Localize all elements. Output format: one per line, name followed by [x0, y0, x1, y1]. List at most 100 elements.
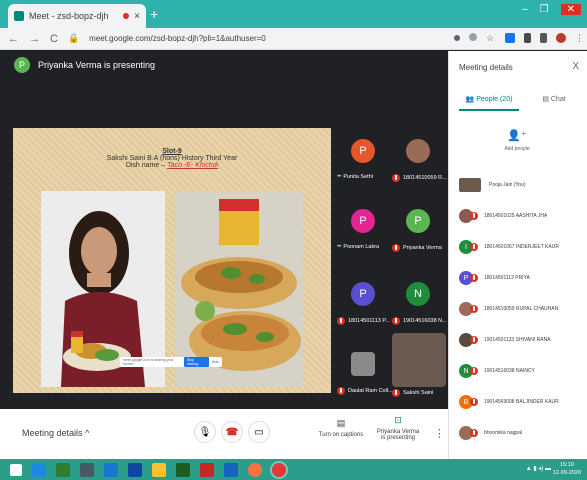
mic-off-icon	[470, 336, 478, 344]
leave-call-button[interactable]: ☎	[221, 421, 243, 443]
taskbar-clock[interactable]: 15:19 12-09-2020	[553, 461, 581, 477]
person-name: 18014501025 AASHITA JHA	[484, 213, 548, 219]
participant-name-row: 19014516038 N...	[392, 317, 452, 325]
people-list-item[interactable]: P 18014501113 PRIYA	[459, 268, 584, 288]
camera-off-icon: ▭	[254, 426, 264, 438]
participant-name-row: 18014510059 R...	[392, 174, 452, 182]
participant-name-row: ••• Poonam Lakra	[337, 244, 397, 250]
clock-time: 15:19	[560, 462, 574, 468]
participant-name: Punita Sethi	[343, 174, 373, 180]
tab-chat[interactable]: ▤ Chat	[529, 95, 579, 103]
screen-share-notification: meet.google.com is sharing your screen. …	[120, 357, 222, 367]
people-list-item[interactable]: 18014510059 RUPAL CHAUHAN	[459, 299, 584, 319]
browser-tab[interactable]: Meet - zsd-bopz-djh ×	[8, 4, 146, 28]
person-name: bhoomika nagpal	[484, 430, 523, 436]
participant-tile[interactable]: P ••• Poonam Lakra	[337, 202, 393, 264]
speaking-dots-icon: •••	[337, 244, 341, 250]
people-list-item[interactable]: N 19014516038 NAINCY	[459, 361, 584, 381]
people-list-item[interactable]: 19014501133 SHIVANI RANA	[459, 330, 584, 350]
excel-icon[interactable]	[176, 462, 190, 477]
person-name: 19014569008 BALJINDER KAUR	[484, 399, 559, 405]
window-controls: – ❐ ✕	[522, 4, 581, 15]
profile-avatar-icon[interactable]	[556, 33, 566, 43]
person-name: Pooja Jain (You)	[489, 182, 526, 188]
mic-off-icon	[337, 387, 345, 395]
mic-off-icon	[392, 317, 400, 325]
more-options-button[interactable]: ⋮	[434, 427, 445, 440]
slide-dish-line: Dish name – Taco -E- Khichdi	[13, 162, 331, 169]
app-icon[interactable]	[80, 462, 94, 477]
person-name: 19014516038 NAINCY	[484, 368, 535, 374]
participant-name-row: Daulat Ram Coll...	[337, 387, 397, 395]
url-field[interactable]: meet.google.com/zsd-bopz-djh?pli=1&authu…	[89, 34, 266, 43]
camera-button[interactable]: ▭	[248, 421, 270, 443]
people-list-item[interactable]: 18014501025 AASHITA JHA	[459, 206, 584, 226]
participant-name: Daulat Ram Coll...	[348, 388, 393, 394]
new-tab-button[interactable]: +	[150, 6, 158, 22]
participant-tile[interactable]: Daulat Ram Coll...	[337, 345, 393, 407]
mic-off-icon	[337, 317, 345, 325]
people-list-item[interactable]: Pooja Jain (You)	[459, 175, 584, 195]
mic-off-icon	[470, 243, 478, 251]
zoom-icon[interactable]	[469, 33, 477, 41]
shield-app-icon[interactable]	[128, 462, 142, 477]
person-name: 19014501133 SHIVANI RANA	[484, 337, 551, 343]
chrome-icon[interactable]	[270, 460, 288, 479]
add-people-button[interactable]: 👤⁺ Add people	[497, 129, 537, 152]
mic-off-icon	[470, 429, 478, 437]
puzzle-icon[interactable]	[540, 33, 547, 43]
extension-blue-icon[interactable]	[505, 33, 515, 43]
participant-name-row: ••• Punita Sethi	[337, 174, 397, 180]
microphone-button[interactable]: 🎙	[194, 421, 216, 443]
presenting-button[interactable]: ⊡ Priyanka Verma is presenting	[374, 415, 422, 441]
windows-start-icon[interactable]	[10, 463, 22, 476]
panel-close-button[interactable]: X	[572, 61, 579, 72]
presenter-banner: P Priyanka Verma is presenting	[14, 57, 155, 73]
captions-button[interactable]: ▤ Turn on captions	[316, 418, 366, 438]
edge-icon[interactable]	[32, 462, 46, 477]
system-tray[interactable]: ▲ ▮ ◂) ▬	[526, 465, 551, 472]
hang-up-icon: ☎	[225, 426, 239, 438]
back-arrow-icon[interactable]: ←	[8, 33, 19, 45]
star-icon[interactable]: ☆	[486, 33, 496, 43]
tab-close-button[interactable]: ×	[134, 11, 140, 22]
dish-label: Dish name –	[125, 162, 168, 169]
panel-title: Meeting details	[459, 63, 513, 72]
reload-icon[interactable]: C	[50, 33, 58, 45]
meeting-details-button[interactable]: Meeting details ^	[22, 428, 89, 438]
participant-tile[interactable]: N 19014516038 N...	[392, 275, 448, 337]
maximize-button[interactable]: ❐	[540, 4, 549, 15]
captions-label: Turn on captions	[318, 432, 364, 438]
forward-arrow-icon[interactable]: →	[29, 33, 40, 45]
meet-control-bar: Meeting details ^ 🎙 ☎ ▭ ▤ Turn on captio…	[0, 409, 448, 459]
powerpoint-icon[interactable]	[200, 462, 214, 477]
tab-people[interactable]: 👥 People (20)	[459, 95, 519, 111]
firefox-icon[interactable]	[248, 462, 262, 477]
participant-tile[interactable]: P ••• Punita Sethi	[337, 132, 393, 194]
menu-dots-icon[interactable]: ⋮	[575, 33, 584, 43]
files-icon[interactable]	[104, 462, 118, 477]
meet-favicon-icon	[14, 11, 24, 21]
people-list-item[interactable]: B 19014569008 BALJINDER KAUR	[459, 392, 584, 412]
close-window-button[interactable]: ✕	[560, 4, 581, 15]
mic-off-icon	[392, 389, 400, 397]
minimize-button[interactable]: –	[522, 4, 528, 15]
people-list-item[interactable]: bhoomika nagpal	[459, 423, 584, 443]
mic-off-icon	[392, 244, 400, 252]
camera-icon[interactable]	[454, 35, 460, 41]
word-icon[interactable]	[224, 462, 238, 477]
store-icon[interactable]	[56, 462, 70, 477]
participant-tile[interactable]: P 18014501113 P...	[337, 275, 393, 337]
participant-avatar: P	[351, 209, 375, 233]
participant-tile[interactable]: P Priyanka Verma	[392, 202, 448, 264]
extension-pen-icon[interactable]	[524, 33, 531, 43]
clock-date: 12-09-2020	[552, 470, 581, 476]
hide-button[interactable]: Hide	[212, 360, 219, 364]
participant-tile[interactable]: 18014510059 R...	[392, 132, 448, 194]
file-explorer-icon[interactable]	[152, 462, 166, 477]
stop-sharing-button[interactable]: Stop sharing	[183, 357, 209, 367]
slide-subtitle: Sakshi Saini B.A (hons) History Third Ye…	[106, 155, 238, 162]
meeting-details-panel: Meeting details X 👥 People (20) ▤ Chat 👤…	[448, 51, 587, 459]
people-list-item[interactable]: I 18014501067 INDERJEET KAUR	[459, 237, 584, 257]
participant-video-tile[interactable]: Sakshi Saini	[392, 333, 448, 407]
